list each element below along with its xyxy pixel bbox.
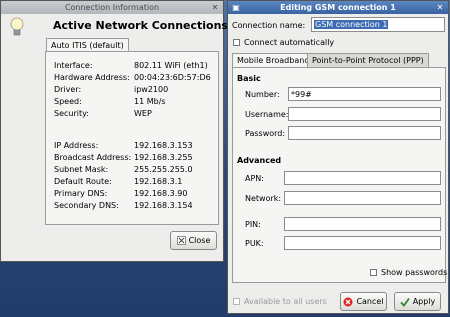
connection-name-value: GSM connection 1 [314, 20, 389, 29]
info-heading: Active Network Connections [53, 19, 228, 32]
edit-titlebar[interactable]: ▣ Editing GSM connection 1 ✕ [228, 1, 448, 14]
tab-auto-itis[interactable]: Auto ITIS (default) [46, 38, 129, 52]
password-label: Password: [245, 129, 286, 138]
available-to-all-users-label: Available to all users [244, 297, 327, 306]
edit-window-close-icon[interactable]: ✕ [435, 3, 445, 12]
security-value: WEP [134, 109, 152, 118]
info-window-close-icon[interactable]: ✕ [210, 3, 220, 12]
apply-button-label: Apply [412, 297, 436, 306]
number-label: Number: [245, 90, 280, 99]
tab-mobile-broadband[interactable]: Mobile Broadband [232, 53, 315, 67]
connection-name-input[interactable]: GSM connection 1 [311, 17, 445, 32]
cancel-button[interactable]: Cancel [340, 292, 387, 311]
lightbulb-icon [10, 17, 24, 36]
info-window-title: Connection Information [64, 3, 160, 12]
speed-label: Speed: [54, 97, 82, 106]
connect-automatically-checkbox[interactable] [233, 39, 240, 46]
number-input[interactable]: *99# [288, 87, 441, 101]
advanced-heading: Advanced [237, 156, 282, 165]
primary-dns-label: Primary DNS: [54, 189, 108, 198]
apn-label: APN: [245, 174, 264, 183]
secondary-dns-value: 192.168.3.154 [134, 201, 193, 210]
interface-label: Interface: [54, 61, 93, 70]
info-titlebar[interactable]: Connection Information ✕ [1, 1, 223, 14]
apply-button[interactable]: Apply [394, 292, 441, 311]
close-button[interactable]: Close [170, 231, 217, 250]
secondary-dns-label: Secondary DNS: [54, 201, 119, 210]
hardware-address-label: Hardware Address: [54, 73, 130, 82]
pin-label: PIN: [245, 220, 261, 229]
network-input[interactable] [284, 191, 441, 205]
driver-label: Driver: [54, 85, 82, 94]
cancel-button-label: Cancel [356, 297, 384, 306]
edit-connection-window: ▣ Editing GSM connection 1 ✕ Connection … [227, 0, 449, 314]
connection-information-window: Connection Information ✕ Active Network … [0, 0, 228, 262]
subnet-mask-value: 255.255.255.0 [134, 165, 193, 174]
hardware-address-value: 00:04:23:6D:57:D6 [134, 73, 211, 82]
puk-input[interactable] [284, 236, 441, 250]
default-route-value: 192.168.3.1 [134, 177, 183, 186]
apn-input[interactable] [284, 171, 441, 185]
username-label: Username: [245, 110, 289, 119]
broadcast-address-label: Broadcast Address: [54, 153, 132, 162]
info-panel: Interface: 802.11 WiFi (eth1) Hardware A… [45, 51, 219, 225]
default-route-label: Default Route: [54, 177, 112, 186]
tab-ppp[interactable]: Point-to-Point Protocol (PPP) [307, 53, 429, 67]
speed-value: 11 Mb/s [134, 97, 166, 106]
security-label: Security: [54, 109, 89, 118]
edit-window-title: Editing GSM connection 1 [280, 3, 396, 12]
window-menu-icon[interactable]: ▣ [231, 3, 241, 12]
username-input[interactable] [288, 107, 441, 121]
password-input[interactable] [288, 126, 441, 140]
subnet-mask-label: Subnet Mask: [54, 165, 109, 174]
network-label: Network: [245, 194, 282, 203]
cancel-icon [343, 297, 353, 306]
ip-address-label: IP Address: [54, 141, 99, 150]
close-icon [176, 236, 186, 245]
pin-input[interactable] [284, 217, 441, 231]
available-to-all-users-checkbox [233, 298, 240, 305]
ip-address-value: 192.168.3.153 [134, 141, 193, 150]
mobile-broadband-panel: Basic Number: *99# Username: Password: A… [232, 67, 448, 283]
show-passwords-checkbox[interactable] [370, 269, 377, 276]
show-passwords-label: Show passwords [381, 268, 448, 277]
driver-value: ipw2100 [134, 85, 169, 94]
checkmark-icon [400, 297, 410, 307]
broadcast-address-value: 192.168.3.255 [134, 153, 193, 162]
connection-name-label: Connection name: [232, 21, 306, 30]
puk-label: PUK: [245, 239, 264, 248]
connect-automatically-label: Connect automatically [244, 38, 335, 47]
interface-value: 802.11 WiFi (eth1) [134, 61, 208, 70]
basic-heading: Basic [237, 74, 261, 83]
primary-dns-value: 192.168.3.90 [134, 189, 188, 198]
close-button-label: Close [188, 236, 211, 245]
